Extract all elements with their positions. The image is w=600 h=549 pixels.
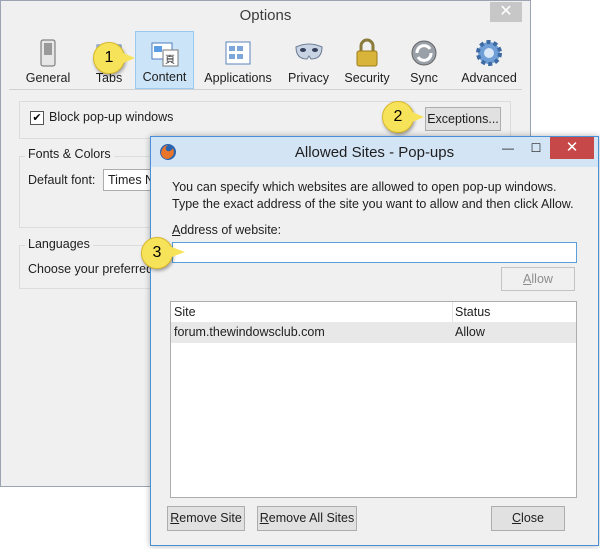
tab-privacy-label: Privacy: [288, 71, 329, 85]
row-status: Allow: [455, 325, 485, 339]
default-font-label: Default font:: [28, 173, 96, 187]
tab-applications[interactable]: Applications: [198, 31, 278, 89]
options-close-button[interactable]: ✕: [490, 2, 522, 22]
allow-button[interactable]: Allow: [501, 267, 575, 291]
column-site[interactable]: Site: [174, 305, 196, 319]
exceptions-button[interactable]: Exceptions...: [425, 107, 501, 131]
remove-site-button[interactable]: Remove Site: [167, 506, 245, 531]
block-popups-checkbox[interactable]: ✔: [30, 111, 44, 125]
choose-language-label: Choose your preferred: [28, 262, 154, 276]
tab-general-label: General: [25, 71, 71, 85]
callout-3-pointer: [169, 246, 185, 258]
tab-security-label: Security: [344, 71, 390, 85]
dialog-description: You can specify which websites are allow…: [172, 180, 574, 211]
options-toolbar: General Tabs 頁 Content Applications Priv…: [1, 31, 530, 89]
toolbar-divider: [9, 89, 522, 90]
mask-icon: [293, 37, 325, 69]
tab-sync[interactable]: Sync: [399, 31, 449, 89]
sync-icon: [408, 37, 440, 69]
minimize-button[interactable]: —: [494, 137, 522, 159]
tab-applications-label: Applications: [204, 71, 272, 85]
content-icon: 頁: [149, 38, 181, 70]
sites-list-header: Site Status: [171, 302, 576, 323]
gear-icon: [473, 37, 505, 69]
tab-privacy[interactable]: Privacy: [281, 31, 336, 89]
remove-all-sites-button[interactable]: Remove All Sites: [257, 506, 357, 531]
lock-icon: [351, 37, 383, 69]
column-status[interactable]: Status: [455, 305, 490, 319]
remove-site-text: emove Site: [179, 511, 242, 525]
tab-advanced[interactable]: Advanced: [456, 31, 522, 89]
remove-all-text: emove All Sites: [268, 511, 355, 525]
svg-text:頁: 頁: [165, 54, 175, 66]
dialog-titlebar: Allowed Sites - Pop-ups — ☐ ✕: [151, 137, 598, 167]
dialog-close-button[interactable]: ✕: [550, 137, 594, 159]
address-input[interactable]: [172, 242, 577, 263]
tab-general[interactable]: General: [13, 31, 83, 89]
address-label-text: ddress of website:: [180, 223, 282, 237]
languages-heading: Languages: [25, 237, 93, 251]
close-button[interactable]: Close: [491, 506, 565, 531]
tab-advanced-label: Advanced: [461, 71, 517, 85]
table-row[interactable]: forum.thewindowsclub.com Allow: [171, 322, 576, 343]
allowed-sites-dialog: Allowed Sites - Pop-ups — ☐ ✕ You can sp…: [150, 136, 599, 546]
tab-security[interactable]: Security: [338, 31, 396, 89]
fonts-colors-heading: Fonts & Colors: [25, 147, 114, 161]
sites-list[interactable]: Site Status forum.thewindowsclub.com All…: [170, 301, 577, 498]
column-divider[interactable]: [452, 302, 453, 322]
maximize-button[interactable]: ☐: [522, 137, 550, 159]
options-titlebar: Options ✕: [1, 1, 530, 31]
tab-content-label: Content: [142, 70, 187, 84]
allow-button-text: llow: [531, 272, 553, 286]
row-site: forum.thewindowsclub.com: [174, 325, 325, 339]
callout-2-pointer: [410, 111, 424, 123]
callout-1-pointer: [121, 52, 135, 64]
switch-icon: [32, 37, 64, 69]
options-title: Options: [239, 7, 292, 24]
close-button-text: lose: [521, 511, 544, 525]
block-popups-label: Block pop-up windows: [49, 110, 174, 124]
applications-icon: [222, 37, 254, 69]
address-label: Address of website:: [172, 223, 282, 237]
tab-content[interactable]: 頁 Content: [135, 31, 194, 89]
tab-sync-label: Sync: [410, 71, 438, 85]
